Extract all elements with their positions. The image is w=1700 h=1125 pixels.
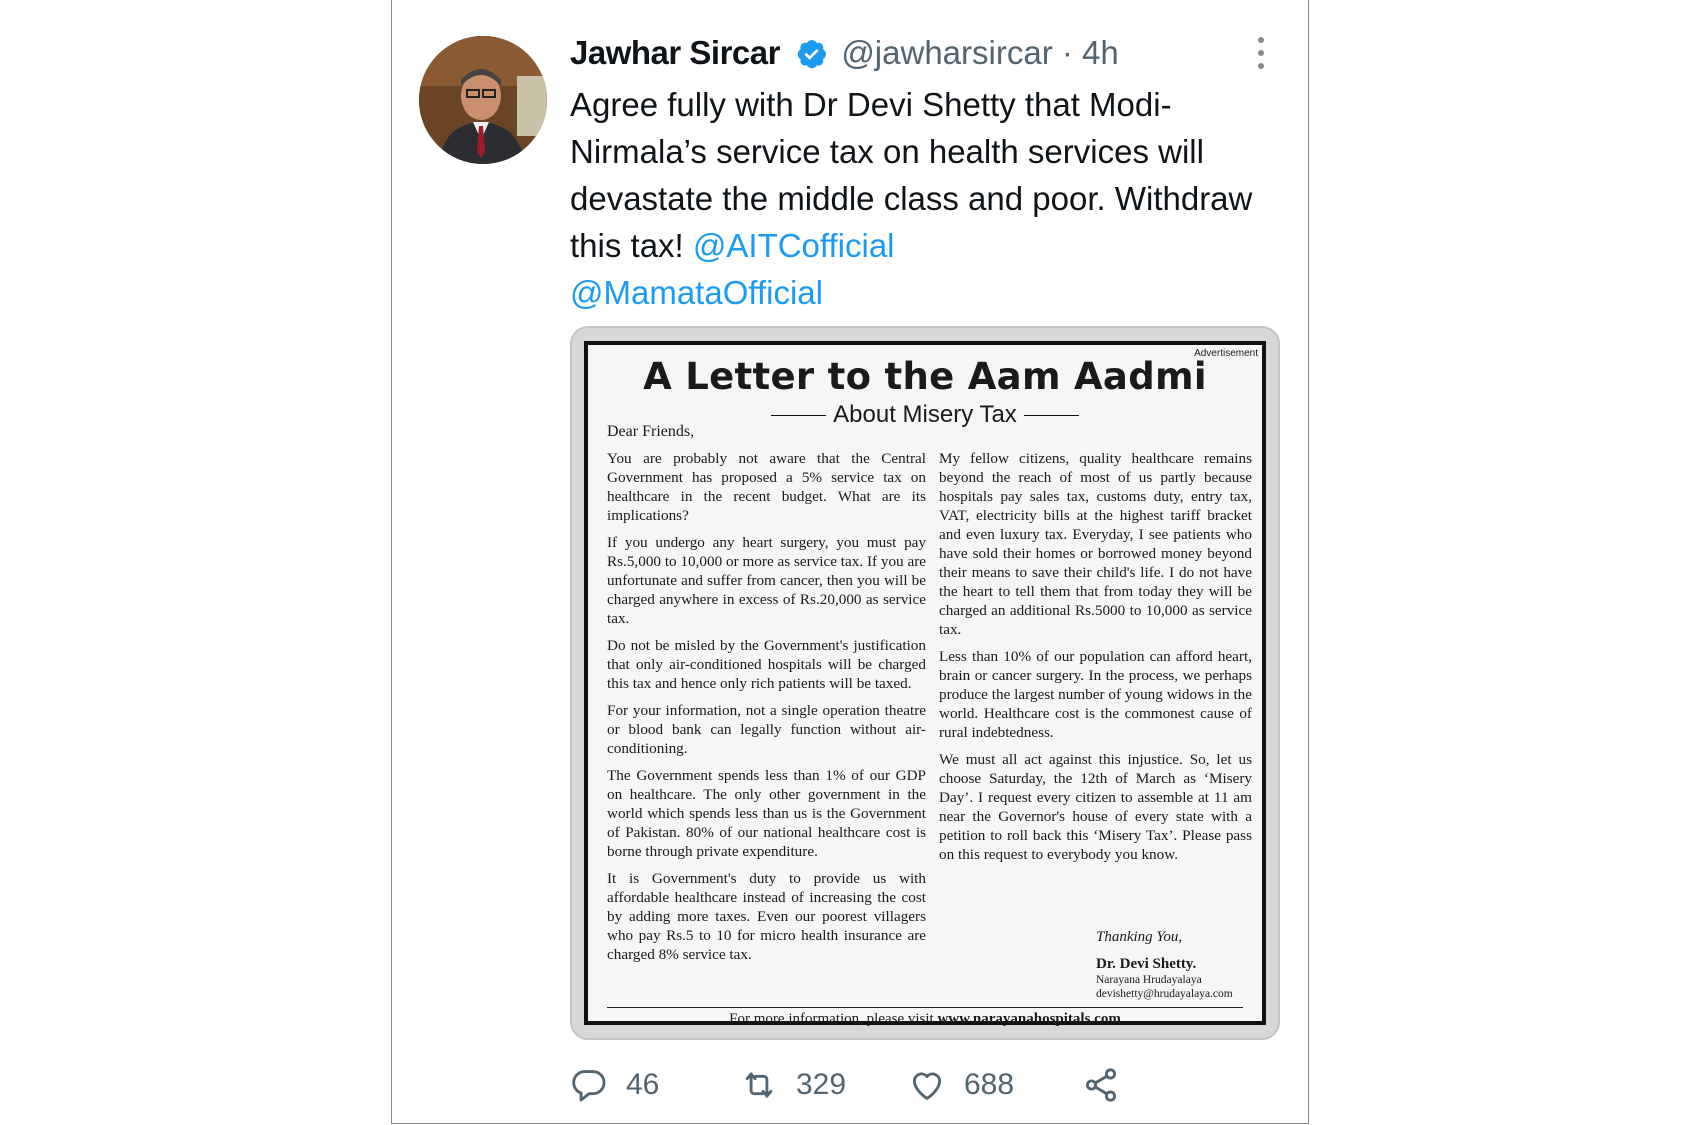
ad-signer: Dr. Devi Shetty.: [1096, 956, 1197, 972]
ad-signoff: Thanking You, Dr. Devi Shetty. Narayana …: [1096, 929, 1233, 1001]
ad-paragraph: My fellow citizens, quality healthcare r…: [939, 450, 1252, 638]
ad-left-column: You are probably not aware that the Cent…: [607, 449, 926, 972]
author-handle[interactable]: @jawharsircar: [841, 34, 1052, 71]
reply-button[interactable]: 46: [570, 1065, 659, 1105]
reply-icon: [572, 1070, 606, 1102]
reply-count: 46: [626, 1068, 660, 1101]
ad-title: A Letter to the Aam Aadmi: [643, 355, 1207, 398]
ad-organisation: Narayana Hrudayalaya: [1096, 974, 1202, 986]
heart-icon: [912, 1072, 942, 1100]
separator-dot: ·: [1061, 34, 1073, 71]
ad-greeting: Dear Friends,: [607, 423, 695, 440]
tweet-header: Jawhar Sircar @jawharsircar · 4h: [570, 34, 1119, 72]
retweet-count: 329: [796, 1068, 847, 1101]
verified-badge-icon: [797, 40, 827, 69]
ad-thanks: Thanking You,: [1096, 929, 1183, 945]
ad-email: devishetty@hrudayalaya.com: [1096, 988, 1233, 1000]
tweet-actions: 46 329 688: [570, 1065, 1280, 1105]
ad-paragraph: If you undergo any heart surgery, you mu…: [607, 534, 926, 627]
mention-aitc[interactable]: @AITCofficial: [693, 227, 895, 264]
ad-paragraph: The Government spends less than 1% of ou…: [607, 767, 926, 860]
retweet-button[interactable]: 329: [740, 1065, 846, 1105]
like-button[interactable]: 688: [908, 1065, 1014, 1105]
ad-paragraph: For your information, not a single opera…: [607, 702, 926, 757]
ad-footer-prefix: For more information, please visit: [729, 1011, 934, 1027]
ad-paragraph: Less than 10% of our population can affo…: [939, 648, 1252, 741]
ad-footer: For more information, please visit www.n…: [588, 1011, 1262, 1028]
tweet-timestamp[interactable]: 4h: [1082, 34, 1119, 71]
ad-paragraph: We must all act against this injustice. …: [939, 751, 1252, 863]
tweet-card: Jawhar Sircar @jawharsircar · 4h Agree f…: [391, 0, 1309, 1124]
share-icon: [1085, 1068, 1117, 1102]
mention-mamata[interactable]: @MamataOfficial: [570, 274, 823, 311]
more-options-icon[interactable]: [1256, 37, 1266, 76]
tweet-text: Agree fully with Dr Devi Shetty that Mod…: [570, 81, 1280, 316]
ad-paragraph: Do not be misled by the Government's jus…: [607, 637, 926, 692]
avatar[interactable]: [419, 36, 547, 164]
ad-footer-url: www.narayanahospitals.com: [937, 1011, 1121, 1027]
newspaper-advertisement: Advertisement A Letter to the Aam Aadmi …: [584, 341, 1266, 1028]
ad-footer-rule: [607, 1007, 1243, 1008]
ad-right-column: My fellow citizens, quality healthcare r…: [939, 449, 1252, 872]
tweet-body: Agree fully with Dr Devi Shetty that Mod…: [570, 86, 1253, 264]
ad-paragraph: It is Government's duty to provide us wi…: [607, 870, 926, 963]
retweet-icon: [745, 1072, 773, 1098]
tweet-media-image[interactable]: Advertisement A Letter to the Aam Aadmi …: [570, 326, 1280, 1040]
avatar-image: [419, 36, 547, 164]
ad-paragraph: You are probably not aware that the Cent…: [607, 450, 926, 524]
author-name[interactable]: Jawhar Sircar: [570, 34, 780, 71]
like-count: 688: [964, 1068, 1015, 1101]
share-button[interactable]: [1082, 1065, 1138, 1105]
ad-subtitle-text: About Misery Tax: [833, 401, 1017, 428]
